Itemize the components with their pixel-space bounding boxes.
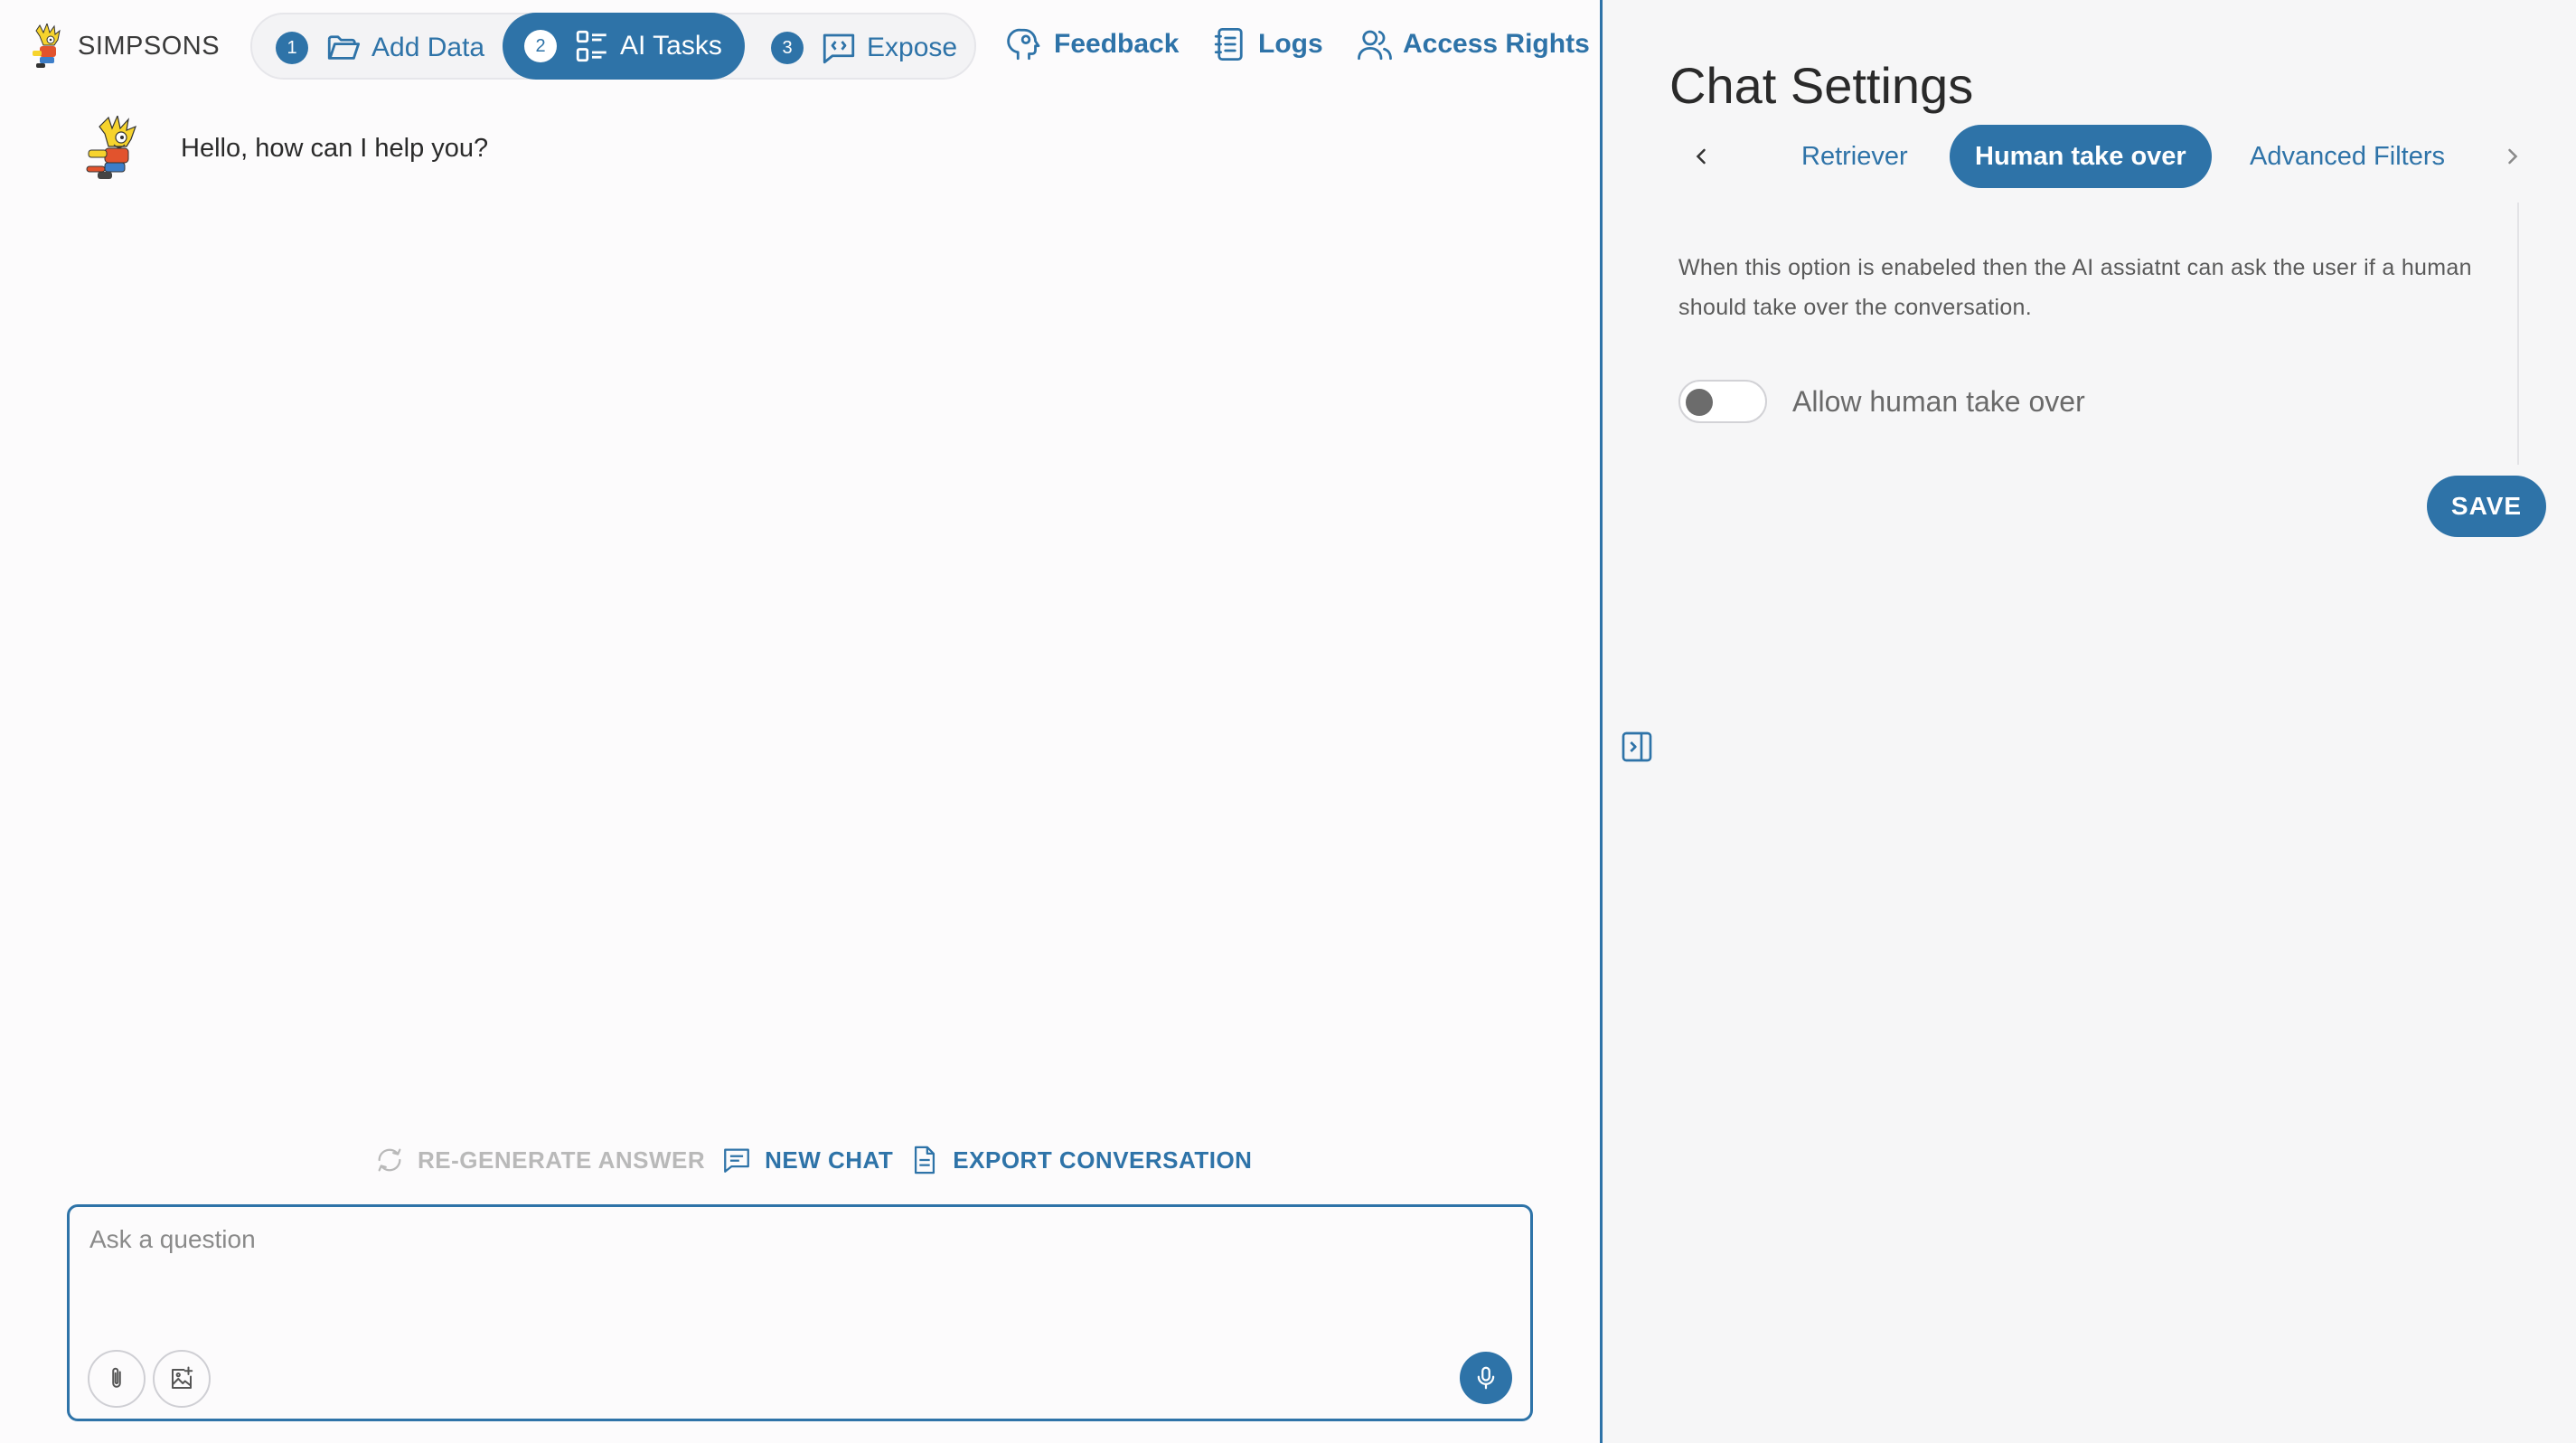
export-conversation-label: EXPORT CONVERSATION — [953, 1146, 1253, 1174]
new-chat-label: NEW CHAT — [765, 1146, 894, 1174]
step-label: Expose — [867, 33, 958, 62]
chevron-left-icon — [1696, 148, 1706, 165]
allow-human-take-over-toggle[interactable] — [1678, 380, 1767, 423]
chevron-right-icon — [2508, 148, 2518, 165]
app-logo[interactable]: SIMPSONS — [27, 24, 220, 69]
toggle-knob — [1686, 389, 1713, 416]
step-add-data[interactable]: 1 Add Data — [276, 14, 484, 81]
assistant-message: Hello, how can I help you? — [81, 116, 488, 181]
document-icon — [915, 1146, 935, 1174]
tab-label: Advanced Filters — [2250, 141, 2445, 171]
refresh-icon — [378, 1148, 401, 1172]
tab-human-take-over[interactable]: Human take over — [1950, 125, 2212, 188]
save-button[interactable]: SAVE — [2427, 476, 2546, 537]
bart-avatar-icon — [86, 116, 137, 179]
chat-actions: RE-GENERATE ANSWER NEW CHAT EXPORT CONVE… — [374, 1145, 1268, 1175]
feedback-label: Feedback — [1054, 29, 1180, 59]
bart-logo-icon — [33, 24, 61, 68]
step-number: 3 — [771, 32, 804, 64]
microphone-icon — [1477, 1366, 1495, 1390]
settings-tabs: Retriever Human take over Advanced Filte… — [1603, 125, 2576, 188]
new-chat-button[interactable]: NEW CHAT — [721, 1145, 893, 1175]
chat-settings-panel: Chat Settings Retriever Human take over … — [1600, 0, 2576, 1443]
question-input[interactable] — [89, 1225, 1500, 1316]
tabs-scroll-right-button[interactable] — [2492, 136, 2534, 177]
tab-label: Human take over — [1975, 141, 2186, 171]
folder-icon — [327, 35, 361, 60]
grid-list-icon — [576, 30, 606, 62]
step-expose[interactable]: 3 Expose — [771, 14, 957, 81]
logs-label: Logs — [1258, 29, 1323, 59]
notebook-icon — [1214, 27, 1243, 61]
code-chat-icon — [823, 33, 855, 64]
chat-composer — [67, 1204, 1533, 1421]
users-icon — [1358, 30, 1392, 61]
export-conversation-button[interactable]: EXPORT CONVERSATION — [909, 1145, 1252, 1175]
human-take-over-setting: Allow human take over — [1678, 380, 2085, 423]
chat-settings-title: Chat Settings — [1669, 57, 1974, 114]
attach-file-button[interactable] — [88, 1350, 146, 1408]
collapse-panel-icon[interactable] — [1619, 729, 1655, 765]
feedback-head-icon — [1007, 28, 1040, 61]
chat-bubble-icon — [724, 1148, 750, 1173]
human-take-over-description: When this option is enabeled then the AI… — [1678, 255, 2472, 320]
regenerate-answer-label: RE-GENERATE ANSWER — [418, 1146, 706, 1174]
logs-link[interactable]: Logs — [1211, 25, 1323, 63]
access-rights-link[interactable]: Access Rights — [1356, 25, 1590, 63]
step-number: 1 — [276, 32, 308, 64]
step-ai-tasks[interactable]: 2 AI Tasks — [503, 13, 745, 80]
tab-advanced-filters[interactable]: Advanced Filters — [2250, 125, 2445, 188]
add-image-icon — [172, 1366, 193, 1389]
step-label: Add Data — [371, 33, 485, 62]
paperclip-icon — [112, 1367, 121, 1388]
app-name: SIMPSONS — [78, 31, 221, 61]
tab-retriever[interactable]: Retriever — [1801, 125, 1908, 188]
scrollbar-track[interactable] — [2517, 203, 2519, 465]
step-number: 2 — [524, 30, 557, 62]
tab-label: Retriever — [1801, 141, 1908, 171]
regenerate-answer-button[interactable]: RE-GENERATE ANSWER — [374, 1145, 705, 1175]
step-label: AI Tasks — [620, 31, 722, 61]
allow-human-take-over-label: Allow human take over — [1792, 384, 2085, 418]
attach-image-button[interactable] — [153, 1350, 211, 1408]
tabs-scroll-left-button[interactable] — [1680, 136, 1722, 177]
feedback-link[interactable]: Feedback — [1007, 25, 1179, 63]
access-rights-label: Access Rights — [1403, 29, 1590, 59]
assistant-message-text: Hello, how can I help you? — [181, 133, 489, 163]
workflow-stepper: 1 Add Data 2 AI Tasks 3 Expose — [250, 13, 976, 80]
voice-input-button[interactable] — [1460, 1352, 1512, 1404]
